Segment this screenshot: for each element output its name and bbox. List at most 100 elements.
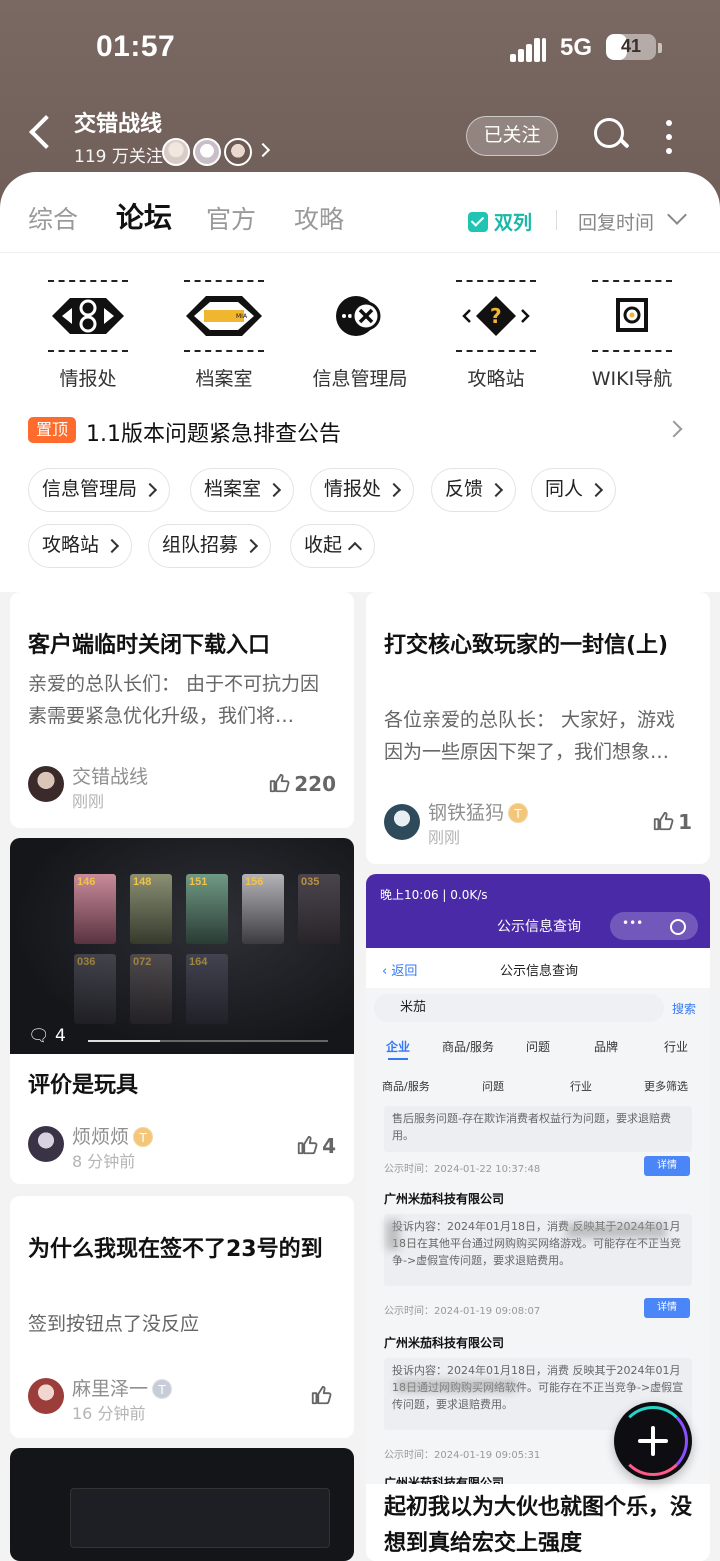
avatar [162, 138, 190, 166]
checkbox-icon [468, 212, 488, 232]
signal-icon [510, 38, 548, 62]
avatar[interactable] [28, 1378, 64, 1414]
post-card[interactable] [10, 1448, 354, 1561]
post-card[interactable]: 客户端临时关闭下载入口 亲爱的总队长们： 由于不可抗力因素需要紧急优化升级，我们… [10, 592, 354, 828]
post-title: 打交核心致玩家的一封信(上) [384, 633, 669, 658]
category-wiki[interactable]: WIKI导航 [564, 278, 700, 390]
post-excerpt: 各位亲爱的总队长： 大家好，游戏因为一些原因下架了，我们想象… [384, 709, 676, 763]
guide-station-icon: ? [456, 278, 536, 354]
dual-column-toggle[interactable]: 双列 [468, 208, 532, 235]
avatar [193, 138, 221, 166]
category-archive[interactable]: MIA 档案室 [156, 278, 292, 390]
video-progress [88, 1040, 328, 1042]
character-tile: 156 [242, 874, 284, 944]
category-label: 档案室 [195, 368, 253, 390]
status-bar: 01:57 5G 41 [0, 28, 720, 72]
embedded-tabs: 企业 商品/服务 问题 品牌 行业 [386, 1040, 689, 1060]
post-author[interactable]: 钢铁猛犸 T [428, 798, 529, 825]
chevron-down-icon[interactable] [667, 205, 687, 225]
chip-collapse[interactable]: 收起 [290, 524, 376, 568]
category-intel[interactable]: 情报处 [20, 278, 156, 390]
post-time: 8 分钟前 [72, 1152, 136, 1171]
comment-count: 🗨 4 [28, 1026, 66, 1046]
follower-avatars[interactable] [162, 138, 255, 166]
more-options-icon[interactable] [664, 120, 674, 154]
title-badge-icon: T [152, 1379, 173, 1399]
post-author-name: 烦烦烦 [72, 1126, 130, 1148]
chip-intel[interactable]: 情报处 [310, 468, 415, 512]
title-badge-icon: T [508, 803, 529, 823]
sort-selector[interactable]: 回复时间 [578, 208, 654, 235]
battery-icon: 41 [606, 34, 656, 60]
avatar [224, 138, 252, 166]
post-excerpt: 签到按钮点了没反应 [28, 1313, 200, 1335]
post-title: 为什么我现在签不了23号的到 [28, 1237, 323, 1262]
chip-archive[interactable]: 档案室 [190, 468, 295, 512]
chip-team-recruit[interactable]: 组队招募 [148, 524, 272, 568]
post-author[interactable]: 麻里泽一 T [72, 1374, 173, 1401]
title-badge-icon: T [133, 1127, 154, 1147]
embedded-filters: 商品/服务 问题 行业 更多筛选 [382, 1080, 688, 1093]
post-author-name: 钢铁猛犸 [428, 802, 505, 824]
battery-tip [658, 43, 662, 53]
category-shortcuts: 情报处 MIA 档案室 信息管理局 ? 攻略站 WIKI导航 [20, 278, 700, 390]
intel-icon [48, 278, 128, 354]
category-info-bureau[interactable]: 信息管理局 [292, 278, 428, 390]
category-guide-station[interactable]: ? 攻略站 [428, 278, 564, 390]
followed-button[interactable]: 已关注 [466, 116, 558, 156]
chip-guide-station[interactable]: 攻略站 [28, 524, 133, 568]
post-card[interactable]: 为什么我现在签不了23号的到 签到按钮点了没反应 麻里泽一 T 16 分钟前 [10, 1196, 354, 1438]
character-tile: 151 [186, 874, 228, 944]
search-icon[interactable] [592, 116, 628, 152]
like-count: 1 [678, 810, 692, 834]
like-button[interactable]: 4 [296, 1134, 336, 1158]
create-post-button[interactable] [614, 1402, 692, 1480]
chip-feedback[interactable]: 反馈 [431, 468, 517, 512]
like-button[interactable]: 220 [268, 772, 336, 796]
post-card[interactable]: 打交核心致玩家的一封信(上) 各位亲爱的总队长： 大家好，游戏因为一些原因下架了… [366, 592, 710, 864]
character-tile: 072 [130, 954, 172, 1024]
pinned-badge: 置顶 [28, 417, 77, 443]
like-count: 220 [294, 772, 336, 796]
like-button[interactable]: 1 [652, 810, 692, 834]
pinned-announcement[interactable]: 置顶 1.1版本问题紧急排查公告 [28, 416, 694, 447]
wiki-icon [592, 278, 672, 354]
pinned-title: 1.1版本问题紧急排查公告 [86, 422, 341, 447]
character-tile: 164 [186, 954, 228, 1024]
post-image [70, 1488, 330, 1548]
chip-info-bureau[interactable]: 信息管理局 [28, 468, 171, 512]
post-author[interactable]: 交错战线 [72, 762, 148, 789]
character-tile: 148 [130, 874, 172, 944]
like-count: 4 [322, 1134, 336, 1158]
app-header: 交错战线 119 万关注 已关注 [0, 100, 720, 170]
tab-comprehensive[interactable]: 综合 [28, 200, 78, 236]
back-arrow-icon[interactable] [26, 112, 54, 152]
chip-fanart[interactable]: 同人 [531, 468, 617, 512]
info-bureau-icon [320, 278, 400, 354]
category-label: 信息管理局 [312, 368, 408, 390]
divider [0, 252, 720, 253]
avatar[interactable] [28, 766, 64, 802]
tab-forum[interactable]: 论坛 [116, 196, 173, 236]
post-card[interactable]: 146 148 151 156 035 036 072 164 🗨 4 评价是玩… [10, 838, 354, 1184]
embedded-search: 米茄 [374, 994, 664, 1022]
chevron-right-icon [665, 420, 683, 438]
avatar[interactable] [384, 804, 420, 840]
section-tabs: 综合 论坛 官方 攻略 双列 回复时间 [0, 196, 720, 246]
tab-official[interactable]: 官方 [206, 200, 256, 236]
topic-chips: 信息管理局 档案室 情报处 反馈 同人 攻略站 组队招募 收起 [28, 468, 708, 572]
network-type: 5G [560, 34, 593, 61]
post-author[interactable]: 烦烦烦 T [72, 1122, 154, 1149]
battery-level: 41 [620, 36, 642, 56]
character-tile: 146 [74, 874, 116, 944]
post-time: 刚刚 [428, 828, 461, 847]
post-title: 评价是玩具 [28, 1073, 139, 1098]
svg-text:MIA: MIA [236, 313, 248, 320]
divider [556, 210, 557, 230]
post-excerpt: 亲爱的总队长们： 由于不可抗力因素需要紧急优化升级，我们将… [28, 673, 320, 727]
like-button[interactable] [310, 1384, 336, 1408]
thumbs-up-icon [311, 1385, 332, 1405]
avatar[interactable] [28, 1126, 64, 1162]
tab-guides[interactable]: 攻略 [294, 200, 344, 236]
chevron-right-icon[interactable] [258, 140, 270, 160]
